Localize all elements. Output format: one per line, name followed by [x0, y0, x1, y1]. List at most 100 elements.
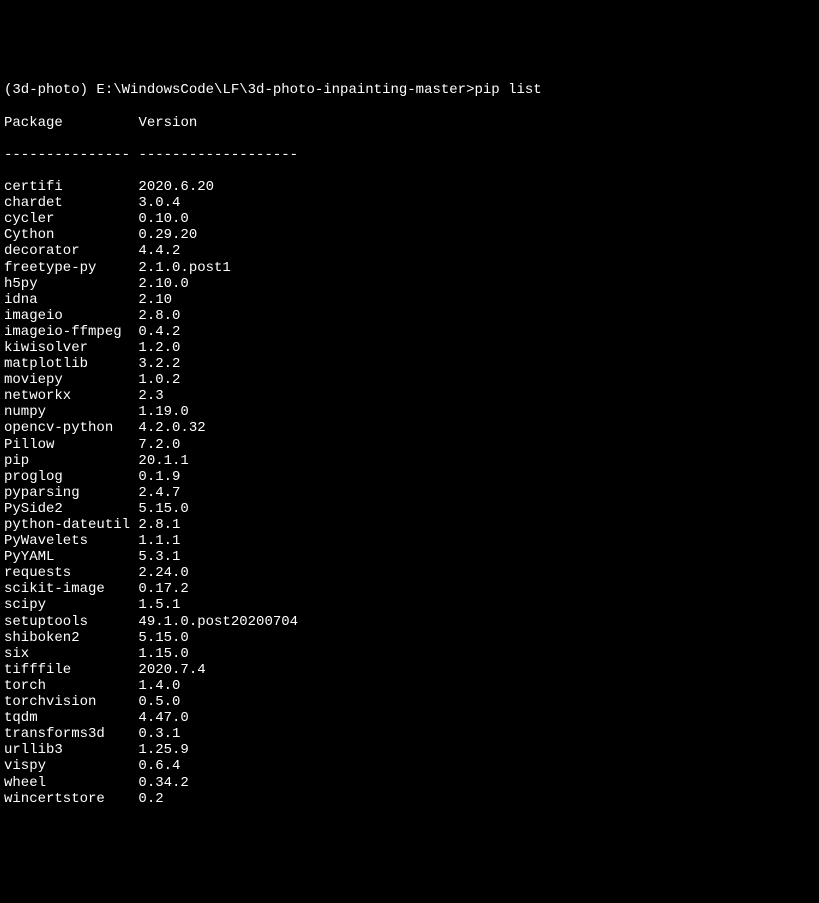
table-row: Cython 0.29.20 — [4, 227, 815, 243]
table-row: requests 2.24.0 — [4, 565, 815, 581]
package-name: h5py — [4, 276, 138, 292]
package-version: 0.10.0 — [138, 211, 188, 227]
package-name: Cython — [4, 227, 138, 243]
package-name: idna — [4, 292, 138, 308]
package-version: 0.29.20 — [138, 227, 197, 243]
table-row: PySide2 5.15.0 — [4, 501, 815, 517]
table-row: networkx 2.3 — [4, 388, 815, 404]
package-version: 1.19.0 — [138, 404, 188, 420]
table-row: setuptools 49.1.0.post20200704 — [4, 614, 815, 630]
package-version: 0.1.9 — [138, 469, 180, 485]
table-row: matplotlib 3.2.2 — [4, 356, 815, 372]
table-row: kiwisolver 1.2.0 — [4, 340, 815, 356]
table-row: opencv-python 4.2.0.32 — [4, 420, 815, 436]
terminal-output[interactable]: (3d-photo) E:\WindowsCode\LF\3d-photo-in… — [4, 66, 815, 822]
table-row: pip 20.1.1 — [4, 453, 815, 469]
package-name: wincertstore — [4, 791, 138, 807]
table-row: h5py 2.10.0 — [4, 276, 815, 292]
package-name: six — [4, 646, 138, 662]
packages-list: certifi 2020.6.20chardet 3.0.4cycler 0.1… — [4, 179, 815, 807]
package-version: 0.2 — [138, 791, 163, 807]
package-name: networkx — [4, 388, 138, 404]
package-version: 1.15.0 — [138, 646, 188, 662]
table-row: decorator 4.4.2 — [4, 243, 815, 259]
package-name: moviepy — [4, 372, 138, 388]
table-row: transforms3d 0.3.1 — [4, 726, 815, 742]
package-version: 1.1.1 — [138, 533, 180, 549]
table-row: freetype-py 2.1.0.post1 — [4, 260, 815, 276]
package-version: 2.8.0 — [138, 308, 180, 324]
package-name: transforms3d — [4, 726, 138, 742]
package-name: scipy — [4, 597, 138, 613]
header-package: Package — [4, 115, 63, 131]
table-row: wincertstore 0.2 — [4, 791, 815, 807]
package-version: 0.4.2 — [138, 324, 180, 340]
package-version: 3.2.2 — [138, 356, 180, 372]
table-row: wheel 0.34.2 — [4, 775, 815, 791]
package-name: decorator — [4, 243, 138, 259]
table-row: proglog 0.1.9 — [4, 469, 815, 485]
package-name: PyYAML — [4, 549, 138, 565]
package-name: torchvision — [4, 694, 138, 710]
package-version: 49.1.0.post20200704 — [138, 614, 298, 630]
package-version: 4.4.2 — [138, 243, 180, 259]
table-row: numpy 1.19.0 — [4, 404, 815, 420]
table-row: imageio 2.8.0 — [4, 308, 815, 324]
table-row: chardet 3.0.4 — [4, 195, 815, 211]
table-row: cycler 0.10.0 — [4, 211, 815, 227]
table-row: shiboken2 5.15.0 — [4, 630, 815, 646]
table-row: tqdm 4.47.0 — [4, 710, 815, 726]
package-name: freetype-py — [4, 260, 138, 276]
table-row: certifi 2020.6.20 — [4, 179, 815, 195]
package-version: 2.8.1 — [138, 517, 180, 533]
package-version: 0.3.1 — [138, 726, 180, 742]
table-row: Pillow 7.2.0 — [4, 437, 815, 453]
package-version: 2020.6.20 — [138, 179, 214, 195]
package-version: 2.4.7 — [138, 485, 180, 501]
package-name: torch — [4, 678, 138, 694]
divider-row: --------------- ------------------- — [4, 147, 815, 163]
package-name: PySide2 — [4, 501, 138, 517]
header-row: Package Version — [4, 115, 815, 131]
package-version: 0.5.0 — [138, 694, 180, 710]
package-name: vispy — [4, 758, 138, 774]
package-name: python-dateutil — [4, 517, 138, 533]
package-name: setuptools — [4, 614, 138, 630]
table-row: torch 1.4.0 — [4, 678, 815, 694]
package-version: 2.3 — [138, 388, 163, 404]
prompt-line: (3d-photo) E:\WindowsCode\LF\3d-photo-in… — [4, 82, 815, 98]
package-version: 2020.7.4 — [138, 662, 205, 678]
env-name: (3d-photo) — [4, 82, 88, 98]
package-name: scikit-image — [4, 581, 138, 597]
package-name: matplotlib — [4, 356, 138, 372]
table-row: pyparsing 2.4.7 — [4, 485, 815, 501]
package-name: cycler — [4, 211, 138, 227]
package-version: 0.17.2 — [138, 581, 188, 597]
package-version: 7.2.0 — [138, 437, 180, 453]
table-row: tifffile 2020.7.4 — [4, 662, 815, 678]
table-row: idna 2.10 — [4, 292, 815, 308]
package-name: imageio — [4, 308, 138, 324]
working-dir: E:\WindowsCode\LF\3d-photo-inpainting-ma… — [96, 82, 474, 98]
package-version: 1.5.1 — [138, 597, 180, 613]
table-row: PyWavelets 1.1.1 — [4, 533, 815, 549]
table-row: python-dateutil 2.8.1 — [4, 517, 815, 533]
table-row: six 1.15.0 — [4, 646, 815, 662]
package-version: 3.0.4 — [138, 195, 180, 211]
package-name: pyparsing — [4, 485, 138, 501]
package-name: requests — [4, 565, 138, 581]
table-row: torchvision 0.5.0 — [4, 694, 815, 710]
table-row: imageio-ffmpeg 0.4.2 — [4, 324, 815, 340]
table-row: scipy 1.5.1 — [4, 597, 815, 613]
package-version: 2.1.0.post1 — [138, 260, 230, 276]
package-version: 0.34.2 — [138, 775, 188, 791]
package-name: proglog — [4, 469, 138, 485]
package-name: tifffile — [4, 662, 138, 678]
command: pip list — [474, 82, 541, 98]
package-version: 5.15.0 — [138, 630, 188, 646]
package-version: 5.3.1 — [138, 549, 180, 565]
package-name: imageio-ffmpeg — [4, 324, 138, 340]
header-version: Version — [138, 115, 197, 131]
table-row: vispy 0.6.4 — [4, 758, 815, 774]
package-name: wheel — [4, 775, 138, 791]
